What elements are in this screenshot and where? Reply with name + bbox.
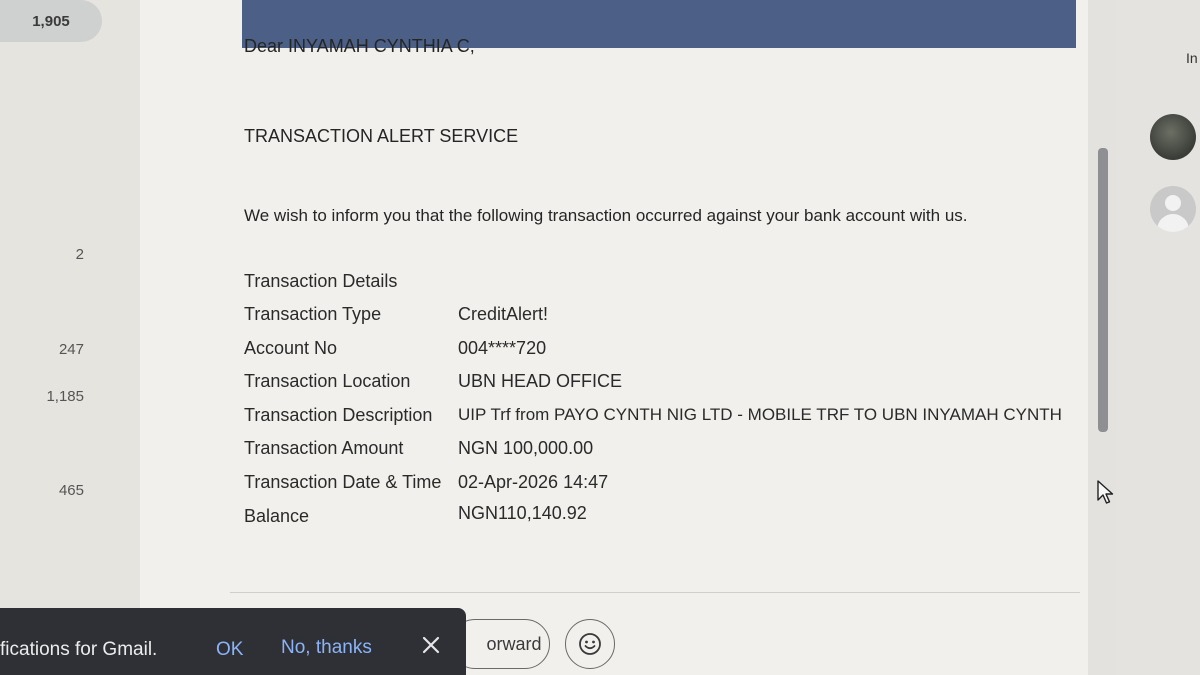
- detail-label: Account No: [244, 338, 338, 358]
- email-heading: TRANSACTION ALERT SERVICE: [244, 126, 519, 146]
- inbox-count-badge[interactable]: 1,905: [0, 0, 102, 42]
- snackbar-no-thanks-button[interactable]: No, thanks: [281, 637, 372, 659]
- scrollbar-thumb[interactable]: [1098, 148, 1108, 432]
- nav-counts-column: 1,905 2 247 1,185 465: [0, 0, 140, 675]
- nav-count: 2: [75, 246, 84, 263]
- detail-label: Transaction Description: [244, 405, 433, 425]
- nav-count: 465: [58, 482, 84, 499]
- contact-avatar[interactable]: [1150, 114, 1196, 160]
- forward-label: orward: [486, 633, 542, 654]
- detail-label: Balance: [244, 506, 310, 526]
- details-title: Transaction Details: [244, 271, 398, 291]
- detail-label: Transaction Amount: [244, 438, 404, 458]
- detail-value: UBN HEAD OFFICE: [458, 371, 623, 391]
- detail-value: NGN 100,000.00: [458, 438, 594, 458]
- detail-value: CreditAlert!: [458, 304, 549, 324]
- detail-value: UIP Trf from PAYO CYNTH NIG LTD - MOBILE…: [458, 405, 1062, 424]
- email-greeting: Dear INYAMAH CYNTHIA C,: [244, 36, 475, 56]
- mouse-cursor-icon: [1096, 480, 1114, 511]
- right-side-panel: [1116, 0, 1200, 675]
- close-icon[interactable]: [420, 634, 442, 656]
- nav-count: 1,185: [46, 388, 84, 405]
- side-panel-label: In: [1186, 50, 1198, 66]
- email-divider: [230, 592, 1080, 593]
- notification-snackbar: fications for Gmail. OK No, thanks: [0, 608, 466, 675]
- detail-label: Transaction Date & Time: [244, 472, 442, 492]
- detail-value: 004****720: [458, 338, 547, 358]
- detail-value: NGN110,140.92: [458, 503, 587, 523]
- emoji-button[interactable]: [565, 619, 615, 669]
- avatar-icon[interactable]: [1150, 186, 1196, 232]
- email-intro: We wish to inform you that the following…: [244, 206, 968, 225]
- snackbar-message: fications for Gmail.: [0, 639, 158, 660]
- detail-label: Transaction Location: [244, 371, 411, 391]
- email-body: Dear INYAMAH CYNTHIA C, TRANSACTION ALER…: [140, 0, 1088, 675]
- detail-label: Transaction Type: [244, 304, 382, 324]
- snackbar-ok-button[interactable]: OK: [216, 639, 243, 661]
- nav-count: 247: [58, 341, 84, 358]
- emoji-icon: [579, 633, 601, 655]
- detail-value: 02-Apr-2026 14:47: [458, 472, 609, 492]
